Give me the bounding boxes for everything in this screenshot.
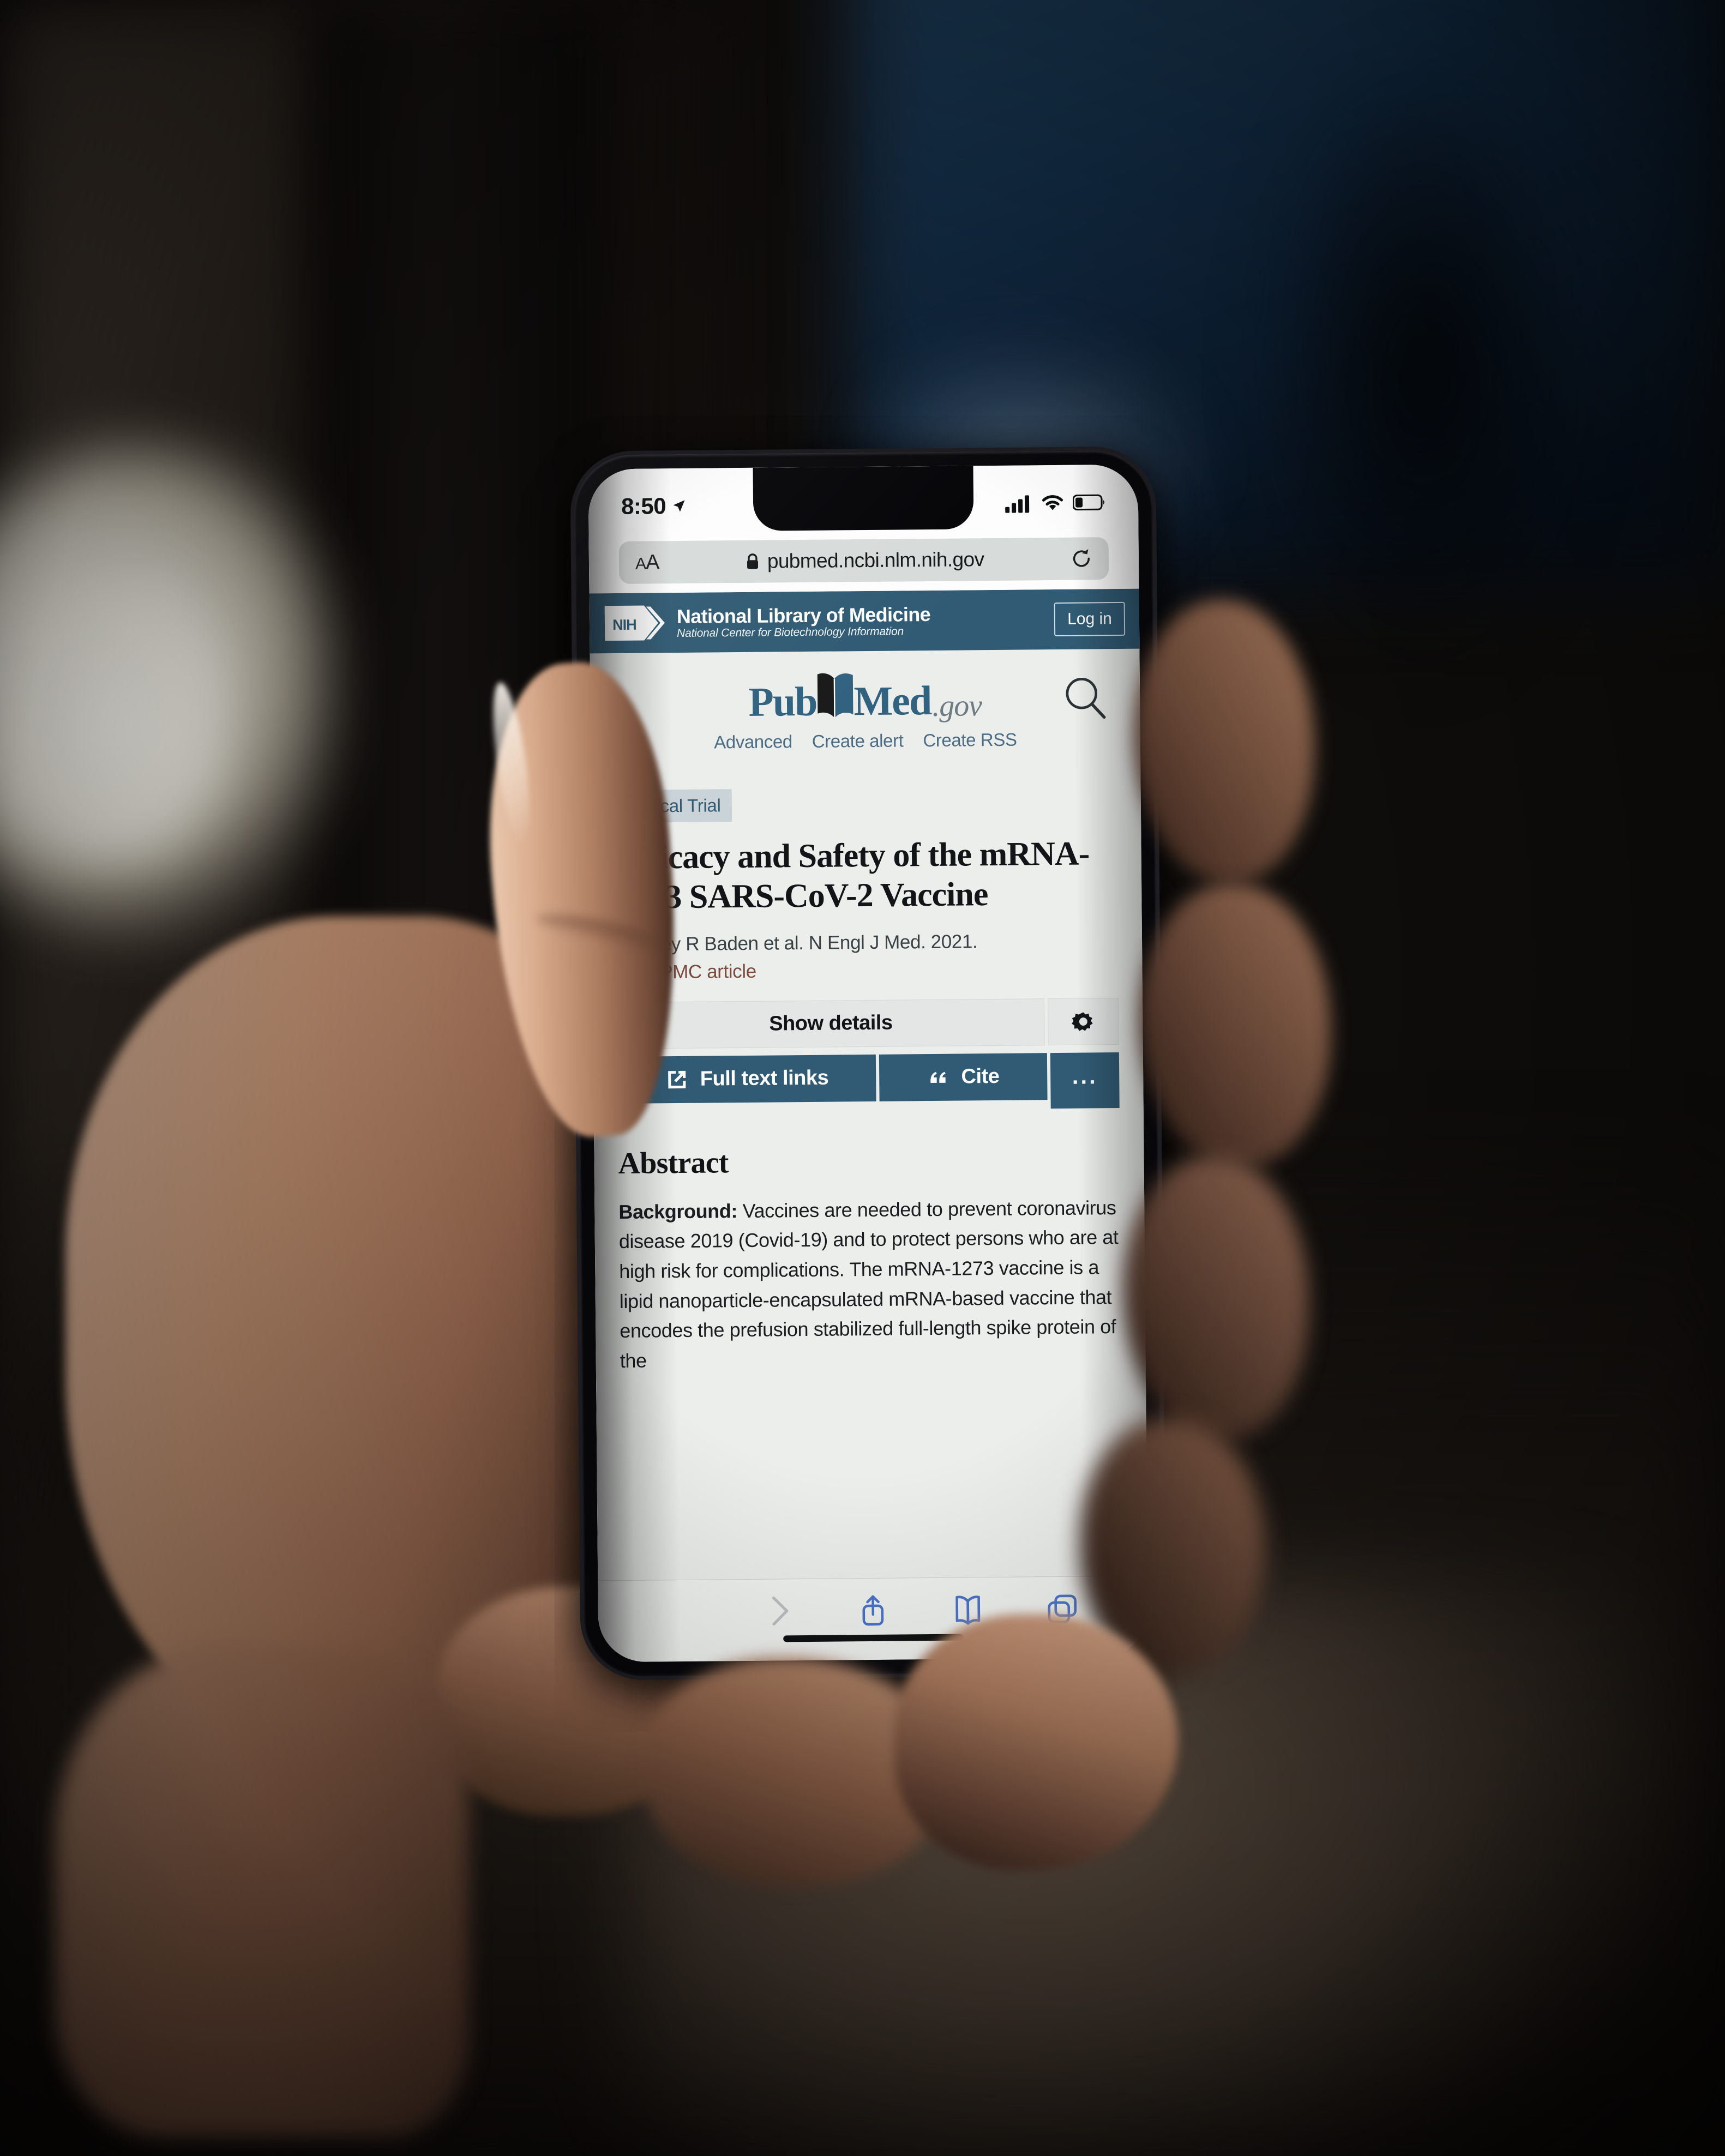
abstract-text: Background: Vaccines are needed to preve… xyxy=(618,1193,1122,1376)
quote-icon xyxy=(930,1071,946,1083)
abstract-section-label: Background: xyxy=(618,1199,738,1223)
search-icon[interactable] xyxy=(1062,675,1110,722)
text-size-button[interactable]: AA xyxy=(635,551,659,574)
phone-screen: 8:50 AA pubmed.ncbi.nlm.nih.gov NIH Nati… xyxy=(588,464,1149,1663)
create-rss-link[interactable]: Create RSS xyxy=(923,730,1017,751)
supporting-finger-front xyxy=(894,1614,1178,1870)
external-link-icon xyxy=(668,1070,686,1088)
cellular-signal-icon xyxy=(1005,495,1030,513)
create-alert-link[interactable]: Create alert xyxy=(812,730,904,751)
battery-low-icon xyxy=(1072,494,1104,511)
status-bar-right xyxy=(1005,480,1105,513)
nih-logo[interactable]: NIH xyxy=(604,603,669,643)
status-time-label: 8:50 xyxy=(621,493,666,519)
pubmed-logo-med: Med xyxy=(854,677,931,725)
share-icon[interactable] xyxy=(855,1593,891,1628)
pubmed-quick-links: Advanced Create alert Create RSS xyxy=(714,730,1017,753)
nih-header-bar: NIH National Library of Medicine Nationa… xyxy=(589,588,1140,654)
pubmed-logo-gov: .gov xyxy=(931,689,982,723)
open-book-icon xyxy=(817,673,854,718)
article-access-status: Free PMC article xyxy=(616,960,756,983)
abstract-body: Vaccines are needed to prevent coronavir… xyxy=(618,1196,1119,1372)
phone-notch xyxy=(753,466,974,531)
smartphone: 8:50 AA pubmed.ncbi.nlm.nih.gov NIH Nati… xyxy=(574,450,1163,1677)
nih-subtitle: National Center for Biotechnology Inform… xyxy=(677,624,904,640)
article-record: Clinical Trial Efficacy and Safety of th… xyxy=(591,767,1146,1377)
detail-button-row: Show details xyxy=(617,997,1119,1049)
more-actions-button[interactable]: ... xyxy=(1050,1052,1120,1109)
show-details-button[interactable]: Show details xyxy=(617,998,1045,1049)
cite-button[interactable]: Cite xyxy=(879,1052,1048,1101)
background-window-dark-mass xyxy=(1254,44,1592,687)
wrist xyxy=(55,1647,469,2137)
wifi-icon xyxy=(1042,495,1063,510)
url-display[interactable]: pubmed.ncbi.nlm.nih.gov xyxy=(659,547,1071,574)
pubmed-logo-pub: Pub xyxy=(748,678,817,725)
display-settings-button[interactable] xyxy=(1047,997,1119,1045)
advanced-link[interactable]: Advanced xyxy=(714,731,792,752)
article-citation: Lindsey R Baden et al. N Engl J Med. 202… xyxy=(616,931,978,956)
safari-address-bar-area: AA pubmed.ncbi.nlm.nih.gov xyxy=(588,527,1139,594)
cite-label: Cite xyxy=(961,1065,1000,1088)
safari-address-bar[interactable]: AA pubmed.ncbi.nlm.nih.gov xyxy=(618,537,1109,584)
reload-icon[interactable] xyxy=(1071,547,1092,569)
gear-icon xyxy=(1072,1012,1093,1031)
nih-title-block: National Library of Medicine National Ce… xyxy=(676,603,1046,640)
pubmed-header: Pub Med .gov Advanced Create alert Creat… xyxy=(590,649,1140,772)
article-title[interactable]: Efficacy and Safety of the mRNA-1273 SAR… xyxy=(615,834,1117,918)
pubmed-page: Pub Med .gov Advanced Create alert Creat… xyxy=(590,648,1148,1581)
location-arrow-icon xyxy=(673,500,685,512)
svg-text:NIH: NIH xyxy=(612,617,636,633)
abstract-heading: Abstract xyxy=(618,1145,729,1181)
login-button[interactable]: Log in xyxy=(1054,601,1126,636)
url-text: pubmed.ncbi.nlm.nih.gov xyxy=(767,548,984,573)
nih-title: National Library of Medicine xyxy=(676,603,931,628)
lock-icon xyxy=(747,553,758,569)
action-button-row: Full text links Cite ... xyxy=(617,1052,1120,1112)
pubmed-logo[interactable]: Pub Med .gov xyxy=(748,669,982,725)
full-text-links-label: Full text links xyxy=(700,1066,829,1091)
status-bar-left: 8:50 xyxy=(621,481,687,520)
chevron-right-icon[interactable] xyxy=(761,1593,796,1629)
